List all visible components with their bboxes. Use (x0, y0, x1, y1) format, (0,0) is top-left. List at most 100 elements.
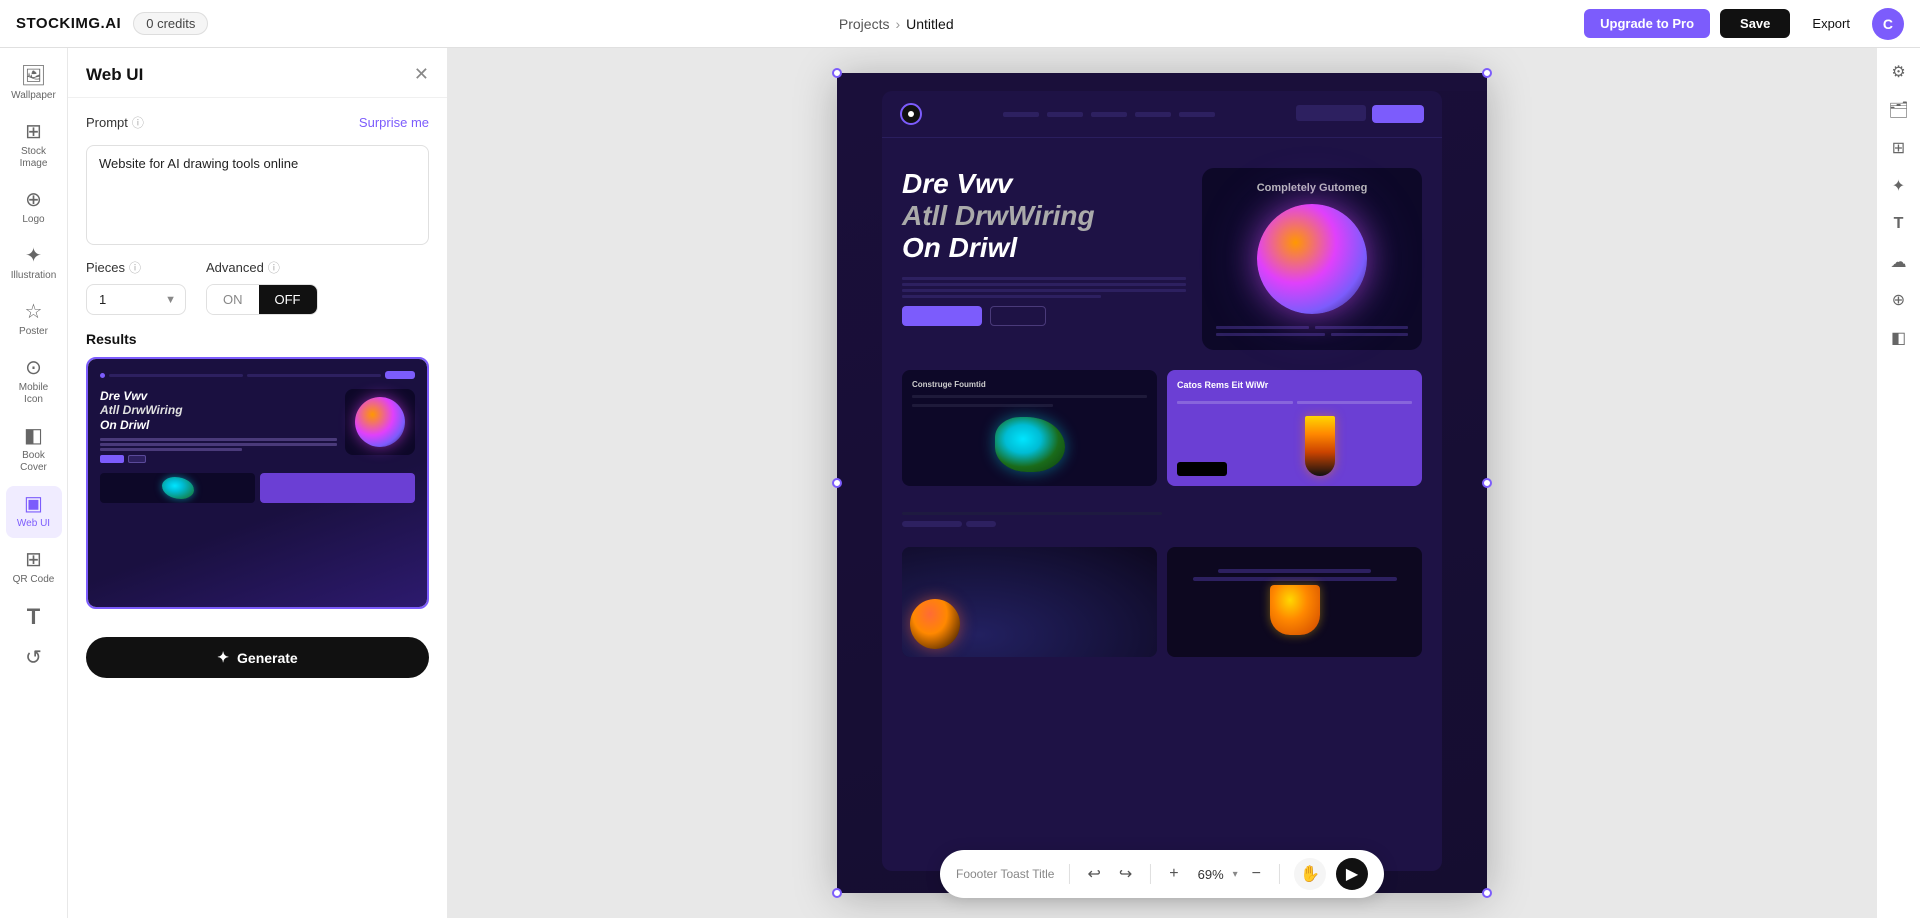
sidebar-item-text[interactable]: T (6, 598, 62, 636)
undo-button[interactable]: ↩ (1083, 862, 1104, 886)
top-navigation: STOCKIMG.AI 0 credits Projects › Untitle… (0, 0, 1920, 48)
credits-button[interactable]: 0 credits (133, 12, 208, 35)
nav-right: Upgrade to Pro Save Export C (1584, 8, 1904, 40)
stock-image-icon: ⊞ (25, 122, 42, 142)
right-sidebar: ⚙ 🗂 ⊞ ✦ T ☁ ⊕ ◧ (1876, 48, 1920, 918)
zoom-value[interactable]: 69% (1193, 867, 1229, 882)
add-button[interactable]: ⊕ (1883, 284, 1915, 316)
controls-row: Pieces ⓘ 1 2 3 4 ▼ A (86, 259, 429, 315)
prompt-label-row: Prompt ⓘ Surprise me (86, 114, 429, 131)
pieces-info-icon[interactable]: ⓘ (129, 259, 141, 276)
prompt-textarea[interactable]: Website for AI drawing tools online (86, 145, 429, 245)
play-button[interactable]: ▶ (1336, 858, 1368, 890)
results-title: Results (86, 331, 429, 347)
avatar[interactable]: C (1872, 8, 1904, 40)
upgrade-button[interactable]: Upgrade to Pro (1584, 9, 1710, 38)
export-button[interactable]: Export (1800, 9, 1862, 38)
canvas-right-empty (1487, 48, 1876, 918)
panel-body: Prompt ⓘ Surprise me Website for AI draw… (68, 98, 447, 331)
toolbar-separator-3 (1279, 864, 1280, 884)
web-ui-icon: ▣ (24, 494, 43, 514)
sidebar-item-book-cover[interactable]: ◧ Book Cover (6, 418, 62, 482)
cloud-button[interactable]: ☁ (1883, 246, 1915, 278)
sidebar-item-mobile-icon[interactable]: ⊙ Mobile Icon (6, 350, 62, 414)
mini-buttons (100, 455, 337, 463)
advanced-control: Advanced ⓘ ON OFF (206, 259, 318, 315)
advanced-info-icon[interactable]: ⓘ (268, 259, 280, 276)
sidebar-item-logo[interactable]: ⊕ Logo (6, 182, 62, 234)
zoom-dropdown-arrow[interactable]: ▾ (1233, 869, 1238, 880)
lw-hero-heading: Dre Vwv Atll DrwWiring On Driwl (902, 168, 1186, 265)
redo-button[interactable]: ↪ (1115, 862, 1136, 886)
layers-button[interactable]: ◧ (1883, 322, 1915, 354)
illustration-icon: ✦ (25, 246, 42, 266)
canvas-preview[interactable]: Dre Vwv Atll DrwWiring On Driwl (837, 73, 1487, 893)
generate-star-icon: ✦ (217, 649, 229, 666)
canvas-toolbar: Foooter Toast Title ↩ ↪ + 69% ▾ − ✋ ▶ (940, 850, 1384, 898)
sidebar-item-stock-image[interactable]: ⊞ Stock Image (6, 114, 62, 178)
generate-button[interactable]: ✦ Generate (86, 637, 429, 678)
lw-card-1: Construge Foumtid (902, 370, 1157, 486)
surprise-me-link[interactable]: Surprise me (359, 115, 429, 130)
pieces-select[interactable]: 1 2 3 4 (86, 284, 186, 315)
book-cover-icon: ◧ (24, 426, 43, 446)
current-page-label: Untitled (906, 16, 953, 32)
projects-link[interactable]: Projects (839, 16, 890, 32)
sidebar-item-label: Web UI (17, 518, 50, 530)
grid-button[interactable]: ⊞ (1883, 132, 1915, 164)
toggle-off-button[interactable]: OFF (259, 285, 317, 314)
canvas-area: Dre Vwv Atll DrwWiring On Driwl (448, 48, 1876, 918)
result-image: Dre Vwv Atll DrwWiring On Driwl (88, 359, 427, 607)
large-website: Dre Vwv Atll DrwWiring On Driwl (837, 91, 1487, 893)
breadcrumb-separator: › (895, 16, 900, 32)
canvas-wrapper: Dre Vwv Atll DrwWiring On Driwl (837, 73, 1487, 893)
panel-close-button[interactable]: ✕ (414, 64, 429, 85)
sidebar-item-label: Illustration (11, 270, 57, 282)
panel-header: Web UI ✕ (68, 48, 447, 98)
sidebar-item-qr-code[interactable]: ⊞ QR Code (6, 542, 62, 594)
lw-cards-section: Construge Foumtid Catos Rems Eit WiWr (882, 370, 1442, 502)
resize-handle-ml[interactable] (832, 478, 842, 488)
mini-nav (100, 371, 415, 379)
settings-button[interactable]: ⚙ (1883, 56, 1915, 88)
folder-button[interactable]: 🗂 (1883, 94, 1915, 126)
resize-handle-tl[interactable] (832, 68, 842, 78)
toggle-on-button[interactable]: ON (207, 285, 259, 314)
sidebar-item-illustration[interactable]: ✦ Illustration (6, 238, 62, 290)
sidebar-item-label: Stock Image (10, 146, 58, 170)
advanced-label: Advanced ⓘ (206, 259, 318, 276)
app-logo: STOCKIMG.AI (16, 15, 121, 32)
lw-hero-buttons (902, 306, 1186, 326)
zoom-in-button[interactable]: + (1165, 863, 1182, 885)
zoom-out-button[interactable]: − (1248, 863, 1265, 885)
lw-knife-graphic (1305, 416, 1335, 476)
resize-handle-br[interactable] (1482, 888, 1492, 898)
main-layout: 🖼 Wallpaper ⊞ Stock Image ⊕ Logo ✦ Illus… (0, 48, 1920, 918)
pan-tool-button[interactable]: ✋ (1294, 858, 1326, 890)
sidebar-item-history[interactable]: ↺ (6, 640, 62, 676)
toolbar-page-label: Foooter Toast Title (956, 867, 1055, 881)
prompt-info-icon[interactable]: ⓘ (132, 114, 144, 131)
resize-handle-tr[interactable] (1482, 68, 1492, 78)
shapes-button[interactable]: ✦ (1883, 170, 1915, 202)
toolbar-separator (1068, 864, 1069, 884)
sidebar-item-web-ui[interactable]: ▣ Web UI (6, 486, 62, 538)
sidebar-item-label: Book Cover (10, 450, 58, 474)
zoom-control: 69% ▾ (1193, 867, 1238, 882)
qr-code-icon: ⊞ (25, 550, 42, 570)
wallpaper-icon: 🖼 (21, 66, 46, 86)
lw-hero-section: Dre Vwv Atll DrwWiring On Driwl (882, 138, 1442, 370)
result-thumbnail[interactable]: Dre Vwv Atll DrwWiring On Driwl (86, 357, 429, 609)
text-tool-button[interactable]: T (1883, 208, 1915, 240)
pieces-label: Pieces ⓘ (86, 259, 186, 276)
breadcrumb: Projects › Untitled (839, 16, 954, 32)
website-mockup: Dre Vwv Atll DrwWiring On Driwl (882, 91, 1442, 871)
save-button[interactable]: Save (1720, 9, 1790, 38)
sidebar-item-wallpaper[interactable]: 🖼 Wallpaper (6, 58, 62, 110)
sidebar-item-poster[interactable]: ☆ Poster (6, 294, 62, 346)
resize-handle-bl[interactable] (832, 888, 842, 898)
canvas-left-empty (448, 48, 837, 918)
mini-website-preview: Dre Vwv Atll DrwWiring On Driwl (88, 359, 427, 607)
left-sidebar: 🖼 Wallpaper ⊞ Stock Image ⊕ Logo ✦ Illus… (0, 48, 68, 918)
resize-handle-mr[interactable] (1482, 478, 1492, 488)
